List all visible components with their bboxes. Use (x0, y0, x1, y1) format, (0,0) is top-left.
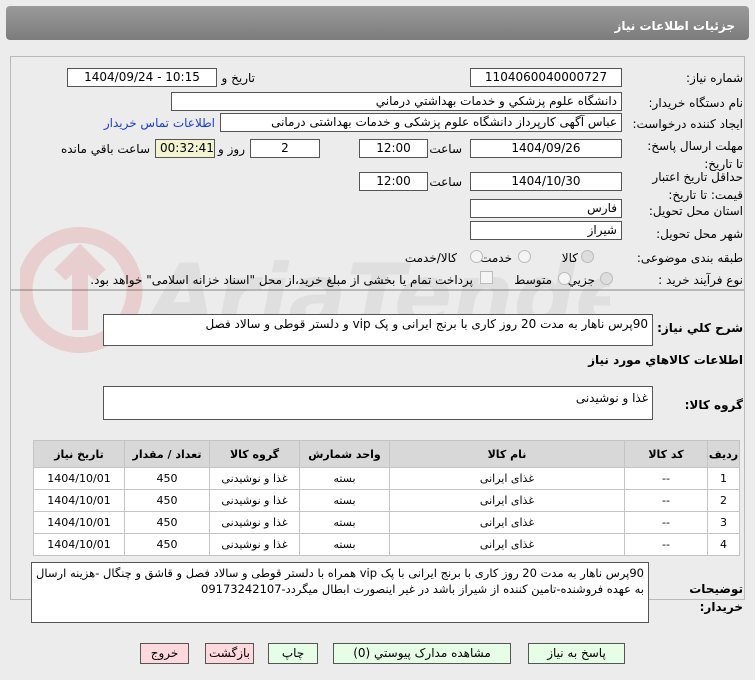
col-qty: تعداد / مقدار (124, 440, 210, 468)
cell-unit: بسته (299, 511, 390, 534)
category-option-both: کالا/خدمت (404, 251, 457, 265)
cell-row: 2 (707, 489, 740, 512)
goods-group-field: غذا و نوشیدنی (103, 386, 653, 420)
cell-date: 1404/10/01 (33, 511, 125, 534)
page-header: جزئیات اطلاعات نیاز (6, 6, 749, 40)
category-radio-service[interactable] (518, 250, 531, 263)
days-field: 2 (250, 139, 320, 158)
col-group: گروه کالا (209, 440, 300, 468)
validity-label: حداقل تاریخ اعتبار قیمت: تا تاریخ: (652, 170, 743, 202)
table-row: 3 -- غذای ایرانی بسته غذا و نوشیدنی 450 1404/1… (33, 511, 740, 534)
col-code: کد کالا (624, 440, 708, 468)
process-option-medium: متوسط (514, 273, 552, 287)
notes-field: 90پرس ناهار به مدت 20 روز کاری با برنج ا… (31, 562, 649, 623)
treasury-checkbox[interactable] (480, 271, 493, 284)
cell-group: غذا و نوشیدنی (209, 533, 300, 556)
attachments-button[interactable]: مشاهده مدارک پیوستي (0) (333, 643, 511, 664)
creator-label: ایجاد کننده درخواست: (632, 117, 743, 131)
col-unit: واحد شمارش (299, 440, 390, 468)
print-button[interactable]: چاپ (268, 643, 318, 664)
category-radio-both[interactable] (470, 250, 483, 263)
back-button[interactable]: بازگشت (205, 643, 254, 664)
payment-note: پرداخت تمام یا بخشی از مبلغ خرید،از محل … (90, 273, 473, 287)
cell-qty: 450 (124, 533, 210, 556)
cell-code: -- (624, 511, 708, 534)
process-label: نوع فرآیند خرید : (658, 273, 743, 287)
province-label: استان محل تحویل: (648, 204, 743, 218)
cell-name: غذای ایرانی (389, 511, 625, 534)
days-label: روز و (218, 142, 245, 156)
city-label: شهر محل تحویل: (656, 227, 743, 241)
cell-group: غذا و نوشیدنی (209, 489, 300, 512)
cell-row: 4 (707, 533, 740, 556)
cell-row: 1 (707, 467, 740, 490)
goods-section-title: اطلاعات كالاهاي مورد نياز (588, 353, 743, 367)
cell-unit: بسته (299, 467, 390, 490)
category-option-goods: کالا (561, 251, 578, 265)
cell-code: -- (624, 467, 708, 490)
cell-qty: 450 (124, 511, 210, 534)
time-label: ساعت (429, 142, 462, 156)
deadline-time: 12:00 (359, 139, 428, 158)
col-name: نام کالا (389, 440, 625, 468)
col-date: تاریخ نیاز (33, 440, 125, 468)
cell-qty: 450 (124, 467, 210, 490)
cell-name: غذای ایرانی (389, 467, 625, 490)
remaining-time: 00:32:41 (155, 139, 215, 158)
cell-unit: بسته (299, 533, 390, 556)
remaining-label: ساعت باقي مانده (60, 142, 150, 156)
cell-name: غذای ایرانی (389, 489, 625, 512)
deadline-date: 1404/09/26 (470, 139, 622, 158)
process-radio-minor[interactable] (600, 272, 613, 285)
col-row: ردیف (707, 440, 740, 468)
city-field: شیراز (470, 221, 622, 240)
exit-button[interactable]: خروج (140, 643, 189, 664)
category-label: طبقه بندی موضوعی: (636, 251, 743, 265)
need-number-label: شماره نیاز: (686, 71, 743, 85)
table-row: 4 -- غذای ایرانی بسته غذا و نوشیدنی 450 1404/1… (33, 533, 740, 556)
cell-date: 1404/10/01 (33, 467, 125, 490)
summary-field: 90پرس ناهار به مدت 20 روز کاری با برنج ا… (103, 314, 653, 346)
creator-field: عباس آگهی کارپرداز دانشگاه علوم پزشکی و … (220, 113, 622, 132)
validity-time-label: ساعت (429, 175, 462, 189)
cell-date: 1404/10/01 (33, 533, 125, 556)
notes-label: توضیحات خریدار: (689, 582, 743, 614)
cell-name: غذای ایرانی (389, 533, 625, 556)
announce-field: 1404/09/24 - 10:15 (67, 68, 217, 87)
province-field: فارس (470, 199, 622, 218)
cell-code: -- (624, 533, 708, 556)
cell-unit: بسته (299, 489, 390, 512)
reply-button[interactable]: پاسخ به نیاز (528, 643, 625, 664)
table-row: 1 -- غذای ایرانی بسته غذا و نوشیدنی 450 1404/1… (33, 467, 740, 490)
validity-time: 12:00 (359, 172, 428, 191)
table-row: 2 -- غذای ایرانی بسته غذا و نوشیدنی 450 1404/1… (33, 489, 740, 512)
cell-date: 1404/10/01 (33, 489, 125, 512)
buyer-label: نام دستگاه خريدار: (648, 96, 744, 110)
need-number-field: 1104060040000727 (470, 68, 622, 87)
cell-row: 3 (707, 511, 740, 534)
cell-code: -- (624, 489, 708, 512)
process-option-minor: جزیي (567, 273, 595, 287)
cell-group: غذا و نوشیدنی (209, 467, 300, 490)
category-option-service: خدمت (480, 251, 512, 265)
contact-buyer-link[interactable]: اطلاعات تماس خریدار (104, 116, 215, 130)
buyer-field: دانشگاه علوم پزشكي و خدمات بهداشتي درمان… (171, 92, 622, 111)
validity-date: 1404/10/30 (470, 172, 622, 191)
summary-label: شرح كلي نياز: (657, 321, 743, 335)
category-radio-goods[interactable] (581, 250, 594, 263)
process-radio-medium[interactable] (558, 272, 571, 285)
goods-table: ردیف کد کالا نام کالا واحد شمارش گروه کا… (33, 440, 740, 556)
cell-qty: 450 (124, 489, 210, 512)
cell-group: غذا و نوشیدنی (209, 511, 300, 534)
goods-group-label: گروه کالا: (684, 398, 743, 412)
